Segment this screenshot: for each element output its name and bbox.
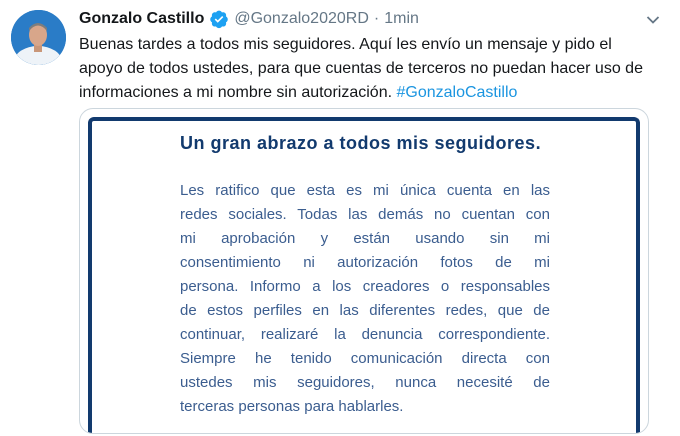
media-line: mi aprobación y están usando sin mi <box>180 230 550 247</box>
media-line: redes sociales. Todas las demás no cuent… <box>180 206 550 223</box>
avatar-photo <box>11 10 66 65</box>
media-line: ustedes mis seguidores, nunca necesité d… <box>180 374 550 391</box>
media-line: continuar, realizaré la denuncia corresp… <box>180 326 550 343</box>
tweet-text: Buenas tardes a todos mis seguidores. Aq… <box>79 33 659 105</box>
chevron-down-icon[interactable] <box>646 12 660 24</box>
author-handle[interactable]: @Gonzalo2020RD <box>234 10 369 28</box>
verified-badge-icon <box>209 9 229 29</box>
avatar[interactable] <box>11 10 66 65</box>
media-message: Les ratifico que esta es mi única cuenta… <box>180 179 550 419</box>
media-line: de estos perfiles en las diferentes rede… <box>180 302 550 319</box>
media-line: Siempre he tenido comunicación directa c… <box>180 350 550 367</box>
media-line: Les ratifico que esta es mi única cuenta… <box>180 182 550 199</box>
author-name[interactable]: Gonzalo Castillo <box>79 10 204 28</box>
separator-dot: · <box>373 10 380 27</box>
media-line: terceras personas para hablarles. <box>180 398 404 415</box>
media-title: Un gran abrazo a todos mis seguidores. <box>180 133 542 153</box>
tweet-timestamp[interactable]: 1min <box>384 10 419 28</box>
tweet-media-image[interactable]: Un gran abrazo a todos mis seguidores. L… <box>79 108 649 434</box>
hashtag-link[interactable]: #GonzaloCastillo <box>396 84 517 101</box>
tweet-header: Gonzalo Castillo @Gonzalo2020RD · 1min <box>79 8 660 30</box>
media-line: consentimiento ni autorización fotos de … <box>180 254 550 271</box>
media-line: persona. Informo a los creadores o respo… <box>180 278 550 295</box>
tweet-body-text: Buenas tardes a todos mis seguidores. Aq… <box>79 36 643 101</box>
